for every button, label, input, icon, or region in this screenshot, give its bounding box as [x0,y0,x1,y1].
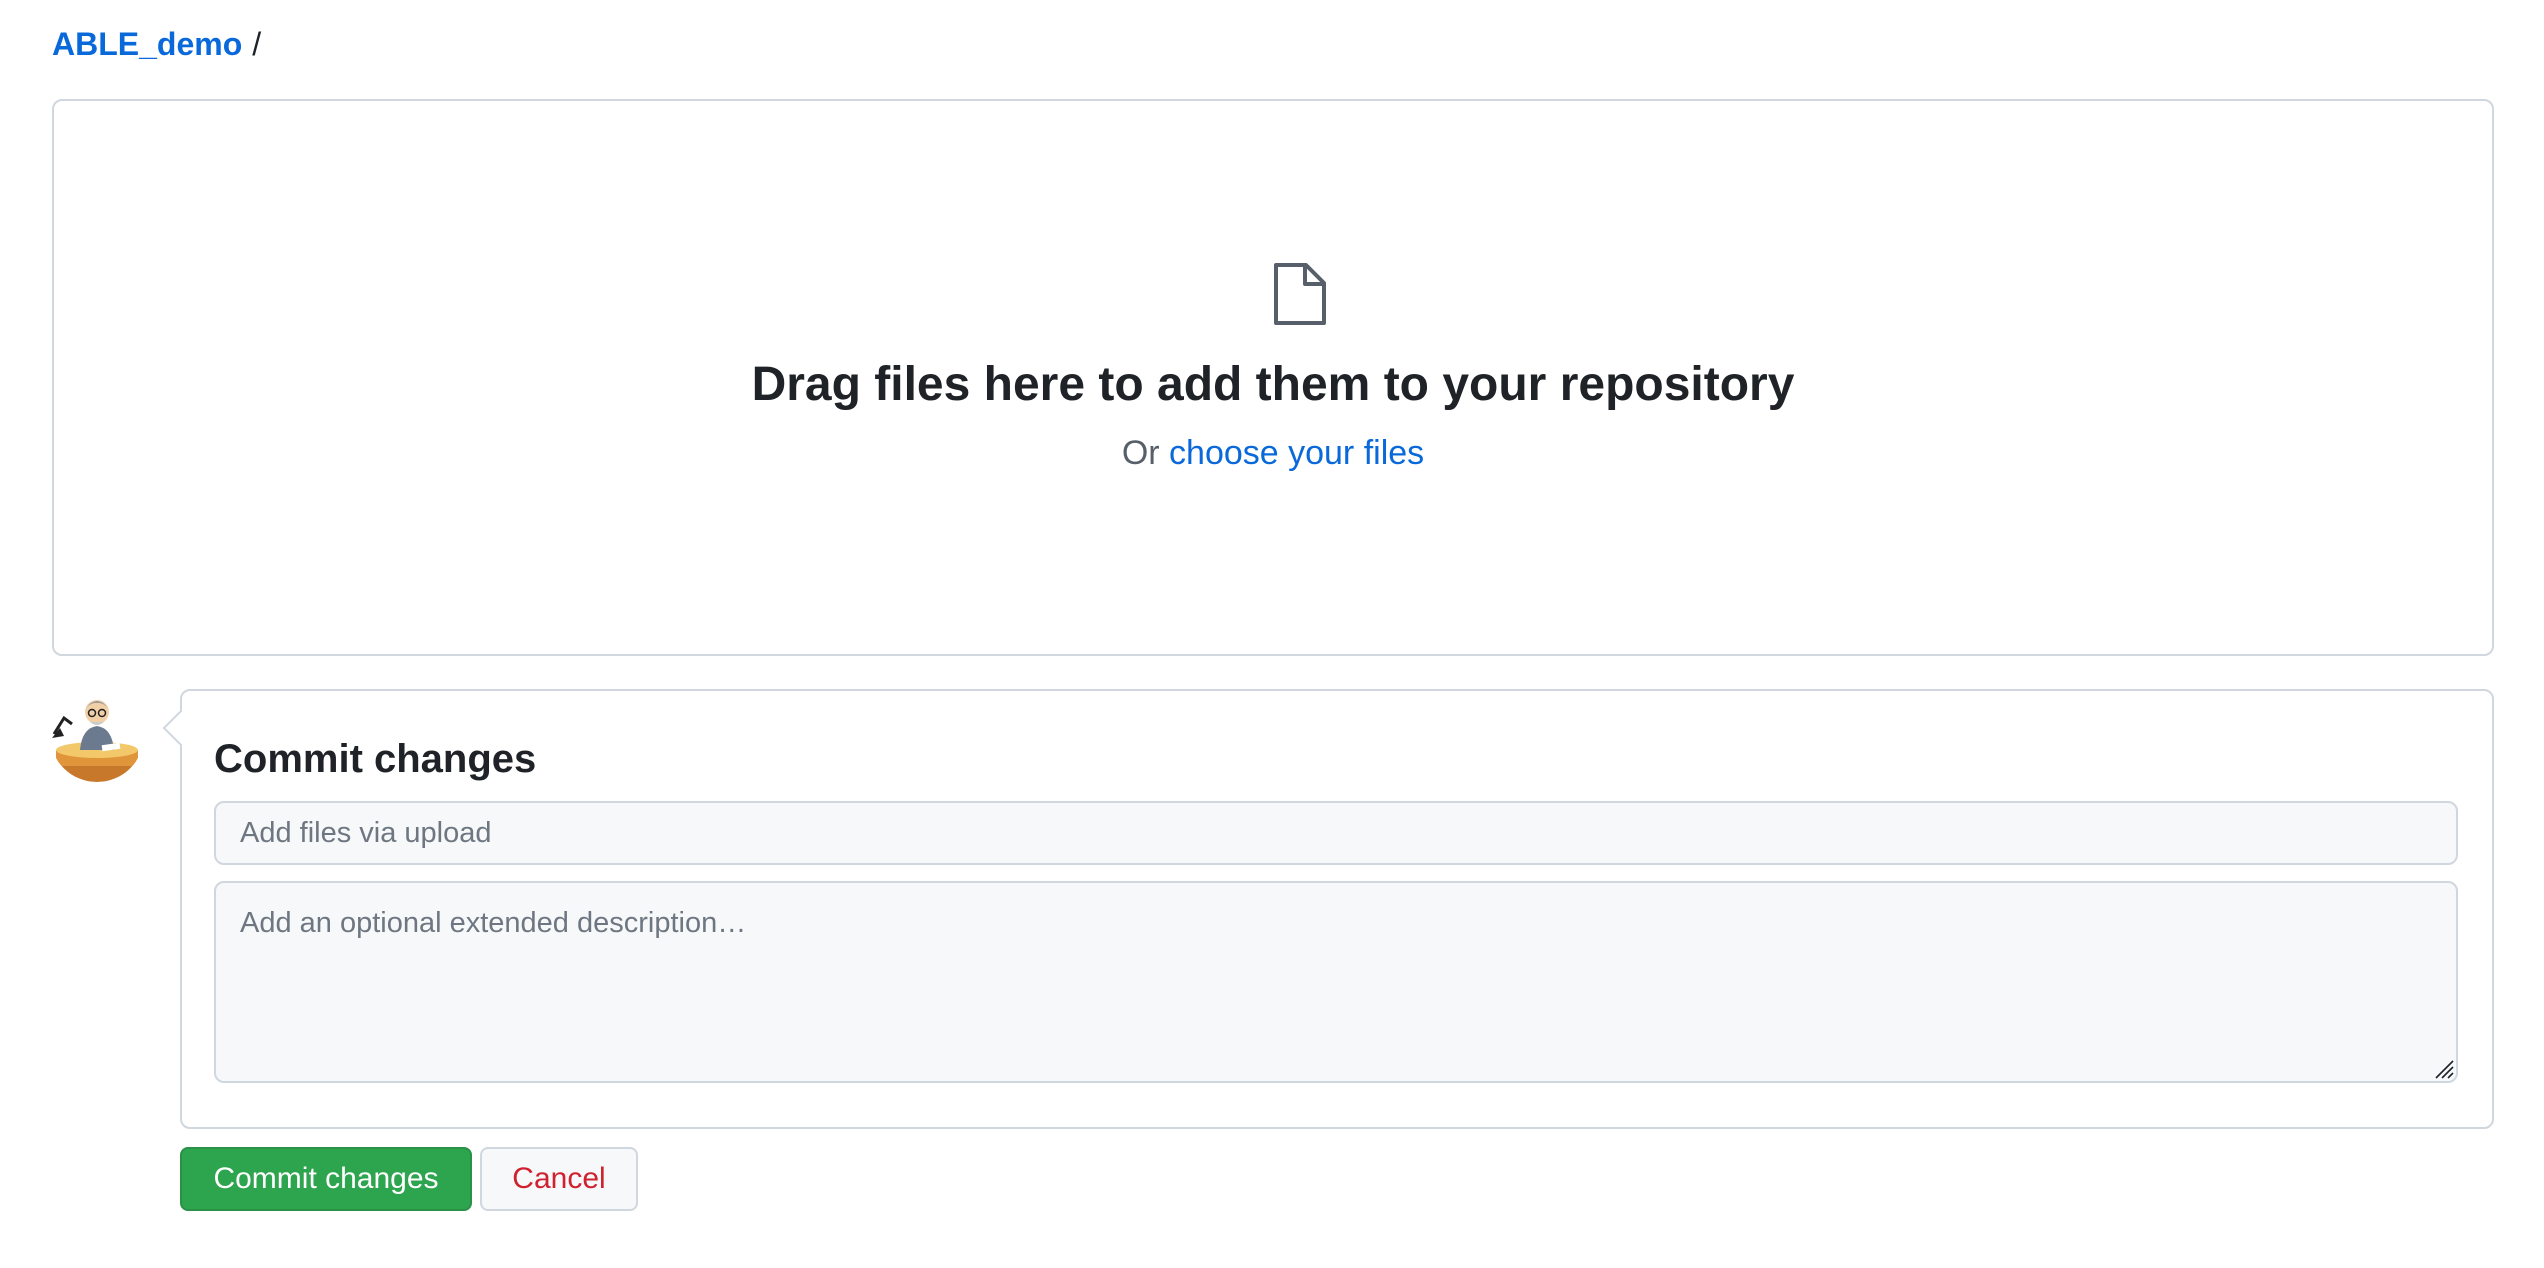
breadcrumb-repo-link[interactable]: ABLE_demo [52,22,242,66]
drop-zone-or-text: Or [1121,434,1170,472]
commit-form-title: Commit changes [214,737,537,781]
commit-changes-button[interactable]: Commit changes [180,1147,472,1211]
cancel-button[interactable]: Cancel [480,1147,638,1211]
file-drop-zone[interactable]: Drag files here to add them to your repo… [52,99,2494,656]
file-icon [1274,263,1326,325]
breadcrumb: ABLE_demo / [52,22,261,66]
choose-files-link[interactable]: choose your files [1169,434,1424,472]
commit-summary-input[interactable] [214,801,2458,865]
drop-zone-title: Drag files here to add them to your repo… [751,358,1795,411]
breadcrumb-separator: / [252,26,262,62]
commit-description-textarea[interactable] [214,881,2458,1083]
user-avatar [50,688,144,782]
resize-handle-icon[interactable] [2434,1059,2454,1079]
avatar-image [50,688,144,782]
commit-form: Commit changes [180,689,2494,1129]
upload-page: ABLE_demo / Drag files here to add them … [0,0,2544,1268]
drop-zone-subtitle: Or choose your files [54,429,2492,477]
